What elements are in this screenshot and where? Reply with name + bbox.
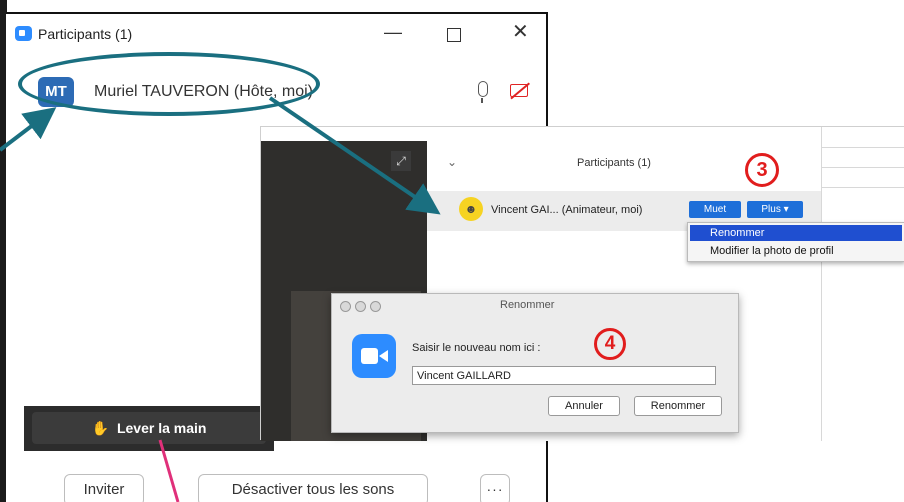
menu-item-change-photo[interactable]: Modifier la photo de profil (690, 243, 902, 259)
raise-hand-button[interactable]: ✋ Lever la main (32, 412, 266, 444)
mute-button[interactable]: Muet (689, 201, 741, 218)
chevron-down-icon[interactable]: ⌄ (447, 155, 457, 169)
new-name-input[interactable] (412, 366, 716, 385)
emoji-avatar-icon: ☻ (459, 197, 483, 221)
maximize-button[interactable] (447, 28, 461, 42)
window-traffic-lights (340, 299, 385, 317)
step-badge-3: 3 (745, 153, 779, 187)
zoom-light[interactable] (370, 301, 381, 312)
rename-prompt: Saisir le nouveau nom ici : (412, 342, 541, 354)
title-bar: Participants (1) — ✕ (6, 14, 546, 52)
zoom-logo-icon (15, 26, 32, 41)
more-options-button[interactable]: ··· (480, 474, 510, 502)
annotation-oval (18, 52, 320, 116)
close-button[interactable]: ✕ (512, 22, 529, 42)
expand-icon[interactable]: ⤢ (391, 151, 411, 171)
participant-name: Vincent GAI... (Animateur, moi) (491, 204, 643, 216)
more-dropdown-menu: Renommer Modifier la photo de profil (687, 222, 904, 262)
raise-hand-bar: ✋ Lever la main (24, 406, 274, 451)
more-button[interactable]: Plus ▾ (747, 201, 803, 218)
minimize-light[interactable] (355, 301, 366, 312)
zoom-app-icon (352, 334, 396, 378)
background-window (821, 127, 904, 441)
close-light[interactable] (340, 301, 351, 312)
window-title: Participants (1) (38, 26, 133, 42)
step-badge-4: 4 (594, 328, 626, 360)
dialog-title: Renommer (500, 299, 555, 311)
camera-off-icon[interactable] (510, 84, 528, 97)
mute-all-button[interactable]: Désactiver tous les sons (198, 474, 428, 502)
menu-item-rename[interactable]: Renommer (690, 225, 902, 241)
microphone-icon[interactable] (478, 81, 488, 103)
rename-button[interactable]: Renommer (634, 396, 722, 416)
hand-icon: ✋ (91, 420, 109, 436)
cancel-button[interactable]: Annuler (548, 396, 620, 416)
rename-dialog: Renommer Saisir le nouveau nom ici : 4 A… (331, 293, 739, 433)
minimize-button[interactable]: — (384, 22, 402, 42)
panel-title: Participants (1) (577, 157, 651, 169)
mac-participants-panel: ⤢ ⌄ Participants (1) 3 ☻ Vincent GAI... … (260, 126, 904, 441)
raise-hand-label: Lever la main (116, 420, 207, 436)
invite-button[interactable]: Inviter (64, 474, 144, 502)
